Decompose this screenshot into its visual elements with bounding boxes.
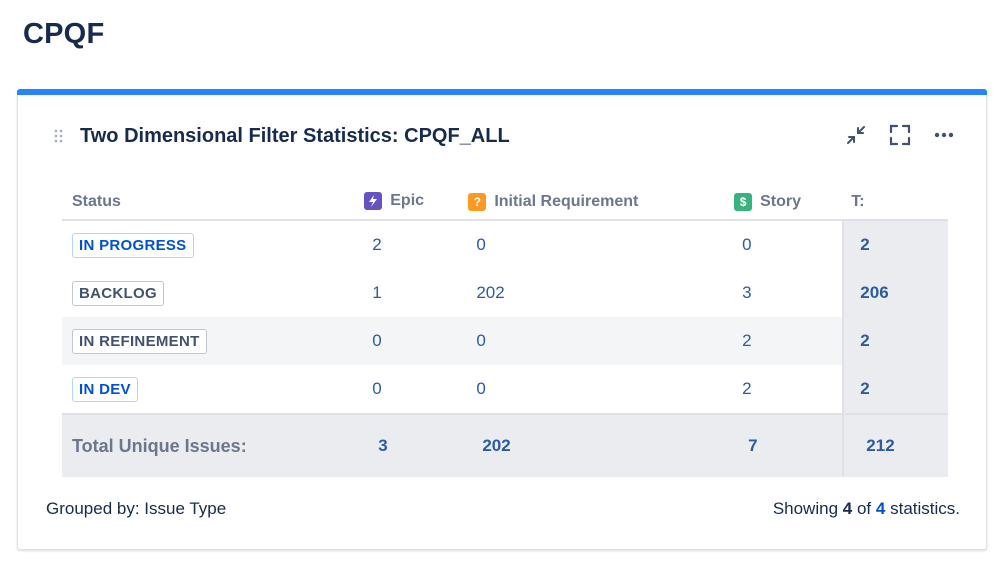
page-title: CPQF [23,18,105,50]
total-story-link[interactable]: 7 [734,436,757,456]
header-initial-requirement[interactable]: ? Initial Requirement [468,185,735,221]
showing-count-text: Showing 4 of 4 statistics. [772,499,960,518]
epic-type-icon [364,192,383,210]
showing-total-link[interactable]: 4 [876,499,885,518]
grand-total-link[interactable]: 212 [852,436,894,456]
table-row: BACKLOG 1 202 3 206 [62,269,948,317]
cell-link[interactable]: 1 [364,283,381,303]
header-total: T: [843,185,948,221]
row-total-link[interactable]: 2 [852,235,869,255]
status-lozenge-in-progress[interactable]: IN PROGRESS [72,232,194,258]
header-story[interactable]: $ Story [734,185,844,221]
status-lozenge-in-dev[interactable]: IN DEV [72,376,138,402]
row-total-link[interactable]: 2 [852,379,869,399]
cell-link[interactable]: 0 [468,235,485,255]
cell-link[interactable]: 202 [468,283,504,303]
cell-link[interactable]: 0 [734,235,751,255]
gadget-title: Two Dimensional Filter Statistics: CPQF_… [80,125,510,147]
table-row: IN DEV 0 0 2 2 [62,365,948,414]
status-lozenge-in-refinement[interactable]: IN REFINEMENT [72,328,207,354]
totals-row: Total Unique Issues: 3 202 7 212 [62,413,948,477]
row-total-link[interactable]: 206 [852,283,888,303]
story-type-icon: $ [734,193,753,211]
cell-link[interactable]: 2 [734,379,751,399]
total-epic-link[interactable]: 3 [364,436,387,456]
table-header-row: Status Epic ? Initial Requirement $ Stor… [62,185,948,221]
more-icon[interactable] [932,123,956,147]
minimize-icon[interactable] [844,123,868,147]
statistics-table: Status Epic ? Initial Requirement $ Stor… [62,185,948,477]
question-type-icon: ? [468,193,487,211]
gadget-actions [844,123,956,147]
grouped-by-text: Grouped by: Issue Type [46,499,227,518]
cell-link[interactable]: 0 [364,331,381,351]
cell-link[interactable]: 3 [734,283,751,303]
header-status[interactable]: Status [62,185,365,221]
table-row: IN PROGRESS 2 0 0 2 [62,220,948,269]
table-row: IN REFINEMENT 0 0 2 2 [62,317,948,365]
cell-link[interactable]: 0 [468,331,485,351]
filter-statistics-gadget: Two Dimensional Filter Statistics: CPQF_… [17,89,987,550]
total-initial-requirement-link[interactable]: 202 [468,436,510,456]
cell-link[interactable]: 2 [734,331,751,351]
row-total-link[interactable]: 2 [852,331,869,351]
cell-link[interactable]: 2 [364,235,381,255]
drag-handle-icon[interactable] [54,129,64,143]
fullscreen-icon[interactable] [888,123,912,147]
gadget-accent-bar [17,89,987,95]
header-epic[interactable]: Epic [364,185,469,221]
totals-label: Total Unique Issues: [62,413,365,477]
showing-count: 4 [842,499,853,518]
status-lozenge-backlog[interactable]: BACKLOG [72,280,164,306]
cell-link[interactable]: 0 [468,379,485,399]
cell-link[interactable]: 0 [364,379,381,399]
